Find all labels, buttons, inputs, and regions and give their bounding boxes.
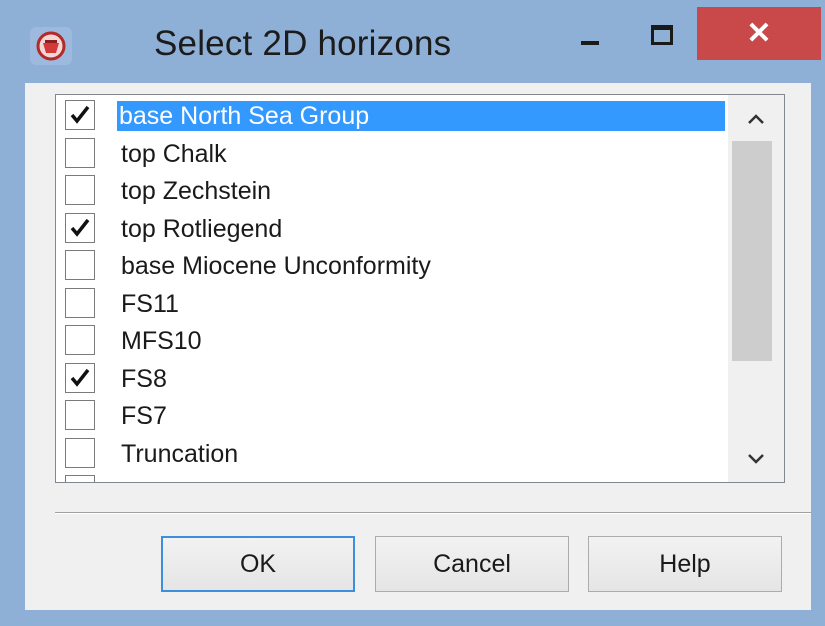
cancel-button[interactable]: Cancel — [375, 536, 569, 592]
horizon-label: top Zechstein — [121, 177, 272, 205]
horizon-label: Truncation — [121, 439, 239, 468]
horizon-checkbox[interactable] — [65, 175, 95, 205]
list-item[interactable]: FS7 — [56, 397, 728, 434]
horizon-label: FS7 — [121, 402, 167, 430]
horizon-label: base Miocene Unconformity — [121, 252, 431, 280]
horizon-checkbox[interactable] — [65, 250, 95, 280]
list-item[interactable]: FS11 — [56, 285, 728, 322]
list-item[interactable]: base North Sea Group — [56, 97, 728, 134]
scrollbar-thumb[interactable] — [732, 141, 772, 361]
checkmark-icon — [70, 368, 90, 387]
separator-line — [55, 512, 811, 514]
horizon-label: top Chalk — [121, 139, 227, 168]
horizon-checkbox[interactable] — [65, 137, 95, 168]
list-item[interactable]: base Miocene Unconformity — [56, 247, 728, 284]
horizon-label: top Rotliegend — [121, 214, 283, 243]
minimize-button[interactable] — [563, 10, 615, 60]
ok-button[interactable]: OK — [161, 536, 355, 592]
minimize-icon — [581, 41, 599, 45]
checkmark-icon — [70, 105, 90, 124]
title-bar[interactable]: Select 2D horizons ✕ — [0, 0, 825, 86]
horizon-checkbox[interactable] — [65, 287, 95, 318]
horizon-checkbox[interactable] — [65, 475, 95, 482]
horizon-checkbox[interactable] — [65, 400, 95, 430]
dialog-body: base North Sea Group top Chalk top Zechste… — [25, 83, 811, 610]
horizon-checkbox[interactable] — [65, 437, 95, 468]
horizon-label: base North Sea Group — [117, 101, 725, 131]
list-item[interactable]: FS8 — [56, 360, 728, 397]
chevron-down-icon — [748, 454, 764, 464]
horizon-checkbox[interactable] — [65, 100, 95, 130]
scroll-up-button[interactable] — [728, 95, 784, 139]
horizon-checkbox[interactable] — [65, 212, 95, 243]
list-item[interactable]: top Rotliegend — [56, 210, 728, 247]
help-button[interactable]: Help — [588, 536, 782, 592]
maximize-icon — [651, 25, 673, 45]
horizon-label — [119, 476, 123, 482]
list-item[interactable] — [56, 472, 728, 482]
list-item[interactable]: Truncation — [56, 435, 728, 472]
chevron-up-icon — [748, 114, 764, 124]
horizon-label: FS8 — [121, 364, 167, 393]
list-item[interactable]: MFS10 — [56, 322, 728, 359]
horizon-label: MFS10 — [121, 327, 202, 355]
horizon-checkbox[interactable] — [65, 325, 95, 355]
horizon-listbox[interactable]: base North Sea Group top Chalk top Zechste… — [55, 94, 785, 483]
app-icon[interactable] — [30, 27, 72, 65]
maximize-button[interactable] — [631, 10, 689, 60]
vertical-scrollbar[interactable] — [728, 95, 784, 482]
window-title: Select 2D horizons — [154, 24, 452, 63]
close-button[interactable]: ✕ — [697, 7, 821, 60]
scroll-down-button[interactable] — [728, 441, 784, 481]
checkmark-icon — [70, 218, 90, 237]
horizon-checkbox[interactable] — [65, 362, 95, 393]
horizon-label: FS11 — [121, 289, 179, 318]
dialog-window: Select 2D horizons ✕ base North Sea Grou… — [0, 0, 825, 626]
list-item[interactable]: top Chalk — [56, 135, 728, 172]
list-item[interactable]: top Zechstein — [56, 172, 728, 209]
